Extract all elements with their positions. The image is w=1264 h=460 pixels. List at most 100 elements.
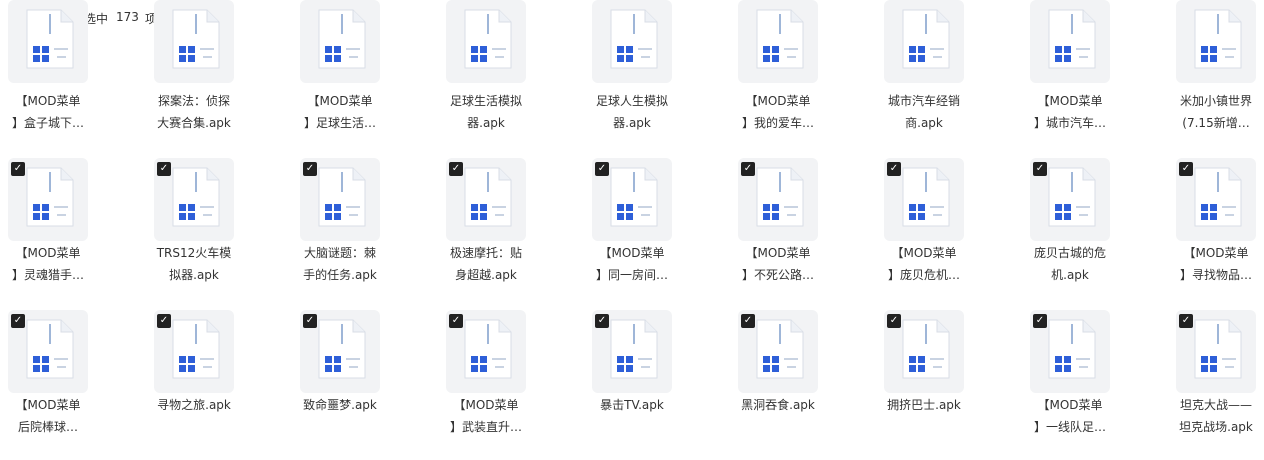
file-thumbnail[interactable]: ✓: [300, 158, 380, 241]
file-thumbnail[interactable]: ✓: [1030, 158, 1110, 241]
file-thumbnail[interactable]: [8, 0, 88, 83]
apk-package-icon: [610, 319, 658, 379]
apk-package-icon: [1048, 319, 1096, 379]
selected-count: 173: [116, 10, 139, 24]
file-thumbnail[interactable]: ✓: [154, 310, 234, 393]
file-item[interactable]: ✓ 寻物之旅.apk: [146, 310, 266, 460]
file-name-line-1: 【MOD菜单: [307, 94, 373, 108]
file-thumbnail[interactable]: ✓: [1176, 310, 1256, 393]
file-item[interactable]: ✓ 极速摩托：贴 身超越.apk: [438, 158, 558, 308]
file-thumbnail[interactable]: ✓: [1030, 310, 1110, 393]
file-name-line-1: 足球生活模拟: [449, 94, 522, 108]
file-thumbnail[interactable]: ✓: [154, 158, 234, 241]
file-name-line-2: 】不死公路…: [741, 268, 814, 282]
file-name-line-1: 黑洞吞食.apk: [741, 398, 815, 412]
file-thumbnail[interactable]: ✓: [8, 158, 88, 241]
file-name-line-1: 寻物之旅.apk: [157, 398, 231, 412]
file-name-line-2: 】我的爱车…: [741, 116, 814, 130]
file-name-line-1: 【MOD菜单: [15, 246, 81, 260]
file-name-line-1: 拥挤巴士.apk: [887, 398, 961, 412]
file-item[interactable]: ✓ 【MOD菜单 】灵魂猎手…: [0, 158, 120, 308]
apk-package-icon: [318, 9, 366, 69]
file-name-line-1: 【MOD菜单: [1183, 246, 1249, 260]
file-thumbnail[interactable]: ✓: [592, 158, 672, 241]
apk-package-icon: [902, 319, 950, 379]
apk-package-icon: [172, 167, 220, 227]
file-thumbnail[interactable]: ✓: [446, 310, 526, 393]
file-item[interactable]: ✓ 【MOD菜单 】一线队足…: [1022, 310, 1142, 460]
apk-package-icon: [610, 167, 658, 227]
file-name-line-2: 】灵魂猎手…: [11, 268, 84, 282]
apk-package-icon: [464, 319, 512, 379]
file-name-line-2: 】城市汽车…: [1033, 116, 1106, 130]
file-name-line-1: 【MOD菜单: [15, 94, 81, 108]
file-name-line-1: 【MOD菜单: [599, 246, 665, 260]
file-name-line-1: 【MOD菜单: [745, 94, 811, 108]
file-name-line-2: 身超越.apk: [455, 268, 517, 282]
file-item[interactable]: ✓ 【MOD菜单 】不死公路…: [730, 158, 850, 308]
file-thumbnail[interactable]: [1176, 0, 1256, 83]
file-thumbnail[interactable]: [154, 0, 234, 83]
file-thumbnail[interactable]: ✓: [884, 310, 964, 393]
file-thumbnail[interactable]: ✓: [738, 158, 818, 241]
file-name-line-2: 拟器.apk: [169, 268, 219, 282]
file-name-line-2: (7.15新增…: [1182, 116, 1250, 130]
file-name-line-1: 足球人生模拟: [595, 94, 668, 108]
apk-package-icon: [26, 9, 74, 69]
file-item[interactable]: ✓ 暴击TV.apk: [584, 310, 704, 460]
file-name-line-2: 手的任务.apk: [303, 268, 377, 282]
file-thumbnail[interactable]: ✓: [446, 158, 526, 241]
file-item[interactable]: ✓ 【MOD菜单 后院棒球…: [0, 310, 120, 460]
file-name-line-2: 】足球生活…: [303, 116, 376, 130]
apk-package-icon: [172, 319, 220, 379]
file-name-line-1: 极速摩托：贴: [449, 246, 522, 260]
file-thumbnail[interactable]: [446, 0, 526, 83]
file-name-line-1: 庞贝古城的危: [1033, 246, 1106, 260]
file-item[interactable]: ✓ 大脑谜题：棘 手的任务.apk: [292, 158, 412, 308]
file-name-line-2: 】盒子城下…: [11, 116, 84, 130]
file-name-line-2: 器.apk: [613, 116, 651, 130]
file-item[interactable]: ✓ 庞贝古城的危 机.apk: [1022, 158, 1142, 308]
file-thumbnail[interactable]: ✓: [738, 310, 818, 393]
file-item[interactable]: ✓ 坦克大战—— 坦克战场.apk: [1168, 310, 1264, 460]
apk-package-icon: [1048, 167, 1096, 227]
file-item[interactable]: ✓ 【MOD菜单 】寻找物品…: [1168, 158, 1264, 308]
file-name-line-2: 】一线队足…: [1033, 420, 1106, 434]
file-item[interactable]: ✓ 拥挤巴士.apk: [876, 310, 996, 460]
file-name-line-2: 器.apk: [467, 116, 505, 130]
file-thumbnail[interactable]: ✓: [300, 310, 380, 393]
apk-package-icon: [464, 167, 512, 227]
apk-package-icon: [318, 319, 366, 379]
file-name-line-2: 】武装直升…: [449, 420, 522, 434]
file-thumbnail[interactable]: [300, 0, 380, 83]
file-name-line-1: 【MOD菜单: [1037, 398, 1103, 412]
file-name-line-1: 【MOD菜单: [453, 398, 519, 412]
file-name-line-1: 【MOD菜单: [891, 246, 957, 260]
file-name-line-2: 】庞贝危机…: [887, 268, 960, 282]
file-item[interactable]: ✓ 黑洞吞食.apk: [730, 310, 850, 460]
file-thumbnail[interactable]: [592, 0, 672, 83]
file-name-line-1: 暴击TV.apk: [600, 398, 664, 412]
apk-package-icon: [172, 9, 220, 69]
file-item[interactable]: ✓ 【MOD菜单 】武装直升…: [438, 310, 558, 460]
file-name-line-2: 大赛合集.apk: [157, 116, 231, 130]
apk-package-icon: [610, 9, 658, 69]
file-item[interactable]: ✓ 致命噩梦.apk: [292, 310, 412, 460]
file-thumbnail[interactable]: ✓: [8, 310, 88, 393]
file-item[interactable]: ✓ TRS12火车模 拟器.apk: [146, 158, 266, 308]
file-name-line-2: 商.apk: [905, 116, 943, 130]
file-thumbnail[interactable]: ✓: [592, 310, 672, 393]
file-thumbnail[interactable]: [738, 0, 818, 83]
file-thumbnail[interactable]: ✓: [1176, 158, 1256, 241]
file-name-line-1: 大脑谜题：棘: [303, 246, 376, 260]
apk-package-icon: [1194, 167, 1242, 227]
file-thumbnail[interactable]: ✓: [884, 158, 964, 241]
apk-package-icon: [902, 167, 950, 227]
file-name-line-2: 机.apk: [1051, 268, 1089, 282]
file-thumbnail[interactable]: [884, 0, 964, 83]
file-name-line-1: 米加小镇世界: [1179, 94, 1252, 108]
file-item[interactable]: ✓ 【MOD菜单 】庞贝危机…: [876, 158, 996, 308]
file-name-line-1: 【MOD菜单: [745, 246, 811, 260]
file-thumbnail[interactable]: [1030, 0, 1110, 83]
file-item[interactable]: ✓ 【MOD菜单 】同一房间…: [584, 158, 704, 308]
